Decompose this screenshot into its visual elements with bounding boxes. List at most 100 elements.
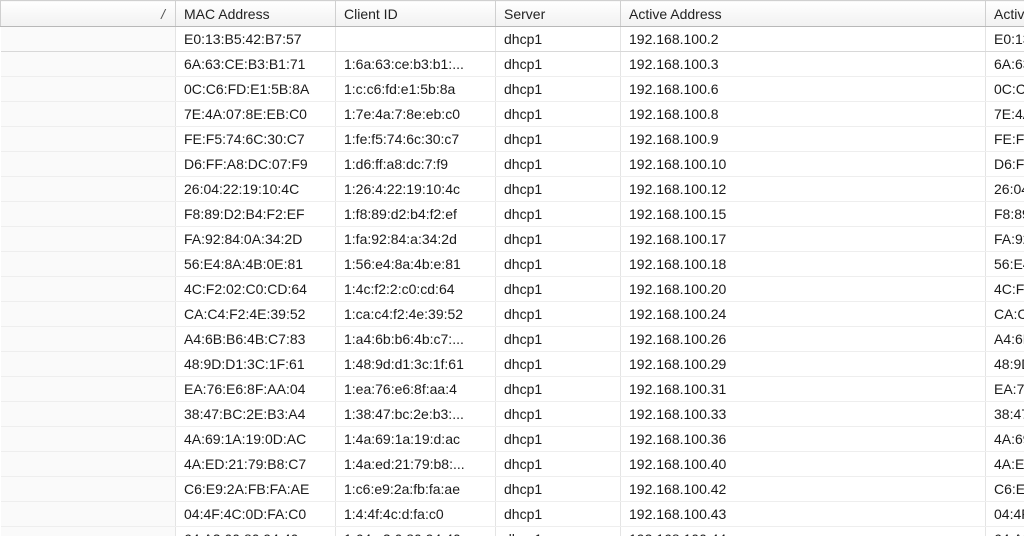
header-row: / MAC Address Client ID Server Active Ad…	[1, 1, 1024, 27]
table-row[interactable]: 38:47:BC:2E:B3:A41:38:47:bc:2e:b3:...dhc…	[1, 402, 1024, 427]
table-row[interactable]: 56:E4:8A:4B:0E:811:56:e4:8a:4b:e:81dhcp1…	[1, 252, 1024, 277]
col-mac-address[interactable]: MAC Address	[176, 1, 336, 27]
table-row[interactable]: E0:13:B5:42:B7:57dhcp1192.168.100.2E0:13	[1, 27, 1024, 52]
mac-cell: C6:E9:2A:FB:FA:AE	[176, 477, 336, 502]
active-address-cell: 192.168.100.44	[621, 527, 986, 536]
row-index-cell	[1, 327, 176, 352]
row-index-cell	[1, 252, 176, 277]
server-cell: dhcp1	[496, 527, 621, 536]
row-index-cell	[1, 77, 176, 102]
table-row[interactable]: 04:4F:4C:0D:FA:C01:4:4f:4c:d:fa:c0dhcp11…	[1, 502, 1024, 527]
table-row[interactable]: D6:FF:A8:DC:07:F91:d6:ff:a8:dc:7:f9dhcp1…	[1, 152, 1024, 177]
row-index-cell	[1, 152, 176, 177]
active-address-cell: 192.168.100.6	[621, 77, 986, 102]
mac-cell: E0:13:B5:42:B7:57	[176, 27, 336, 52]
mac-cell: FE:F5:74:6C:30:C7	[176, 127, 336, 152]
server-cell: dhcp1	[496, 152, 621, 177]
dhcp-leases-grid[interactable]: / MAC Address Client ID Server Active Ad…	[0, 0, 1024, 536]
mac-cell: 26:04:22:19:10:4C	[176, 177, 336, 202]
client-id-cell: 1:7e:4a:7:8e:eb:c0	[336, 102, 496, 127]
server-cell: dhcp1	[496, 477, 621, 502]
table-row[interactable]: 64:A2:00:80:94:401:64:a2:0:80:94:40dhcp1…	[1, 527, 1024, 536]
table-row[interactable]: 4A:ED:21:79:B8:C71:4a:ed:21:79:b8:...dhc…	[1, 452, 1024, 477]
active-address-cell: 192.168.100.20	[621, 277, 986, 302]
active-address-cell: 192.168.100.43	[621, 502, 986, 527]
mac-cell: A4:6B:B6:4B:C7:83	[176, 327, 336, 352]
active-mac-cell: CA:C4	[986, 302, 1024, 327]
col-active-address[interactable]: Active Address	[621, 1, 986, 27]
active-address-cell: 192.168.100.31	[621, 377, 986, 402]
mac-cell: D6:FF:A8:DC:07:F9	[176, 152, 336, 177]
table-row[interactable]: A4:6B:B6:4B:C7:831:a4:6b:b6:4b:c7:...dhc…	[1, 327, 1024, 352]
mac-cell: 48:9D:D1:3C:1F:61	[176, 352, 336, 377]
server-cell: dhcp1	[496, 227, 621, 252]
row-index-cell	[1, 277, 176, 302]
active-mac-cell: 4A:ED	[986, 452, 1024, 477]
active-address-cell: 192.168.100.18	[621, 252, 986, 277]
table-row[interactable]: CA:C4:F2:4E:39:521:ca:c4:f2:4e:39:52dhcp…	[1, 302, 1024, 327]
server-cell: dhcp1	[496, 177, 621, 202]
active-mac-cell: 26:04	[986, 177, 1024, 202]
active-address-cell: 192.168.100.29	[621, 352, 986, 377]
mac-cell: 0C:C6:FD:E1:5B:8A	[176, 77, 336, 102]
client-id-cell: 1:64:a2:0:80:94:40	[336, 527, 496, 536]
mac-cell: 4A:69:1A:19:0D:AC	[176, 427, 336, 452]
server-cell: dhcp1	[496, 452, 621, 477]
col-client-id[interactable]: Client ID	[336, 1, 496, 27]
server-cell: dhcp1	[496, 302, 621, 327]
server-cell: dhcp1	[496, 502, 621, 527]
active-address-cell: 192.168.100.3	[621, 52, 986, 77]
table-row[interactable]: 7E:4A:07:8E:EB:C01:7e:4a:7:8e:eb:c0dhcp1…	[1, 102, 1024, 127]
active-address-cell: 192.168.100.33	[621, 402, 986, 427]
client-id-cell: 1:26:4:22:19:10:4c	[336, 177, 496, 202]
active-address-cell: 192.168.100.40	[621, 452, 986, 477]
table-row[interactable]: EA:76:E6:8F:AA:041:ea:76:e6:8f:aa:4dhcp1…	[1, 377, 1024, 402]
client-id-cell: 1:c:c6:fd:e1:5b:8a	[336, 77, 496, 102]
client-id-cell: 1:c6:e9:2a:fb:fa:ae	[336, 477, 496, 502]
table-row[interactable]: FE:F5:74:6C:30:C71:fe:f5:74:6c:30:c7dhcp…	[1, 127, 1024, 152]
row-index-cell	[1, 427, 176, 452]
client-id-cell: 1:4c:f2:2:c0:cd:64	[336, 277, 496, 302]
row-index-cell	[1, 527, 176, 536]
server-cell: dhcp1	[496, 402, 621, 427]
mac-cell: FA:92:84:0A:34:2D	[176, 227, 336, 252]
client-id-cell: 1:d6:ff:a8:dc:7:f9	[336, 152, 496, 177]
col-server[interactable]: Server	[496, 1, 621, 27]
active-address-cell: 192.168.100.12	[621, 177, 986, 202]
active-address-cell: 192.168.100.42	[621, 477, 986, 502]
client-id-cell: 1:f8:89:d2:b4:f2:ef	[336, 202, 496, 227]
row-index-cell	[1, 202, 176, 227]
active-address-cell: 192.168.100.15	[621, 202, 986, 227]
mac-cell: 56:E4:8A:4B:0E:81	[176, 252, 336, 277]
row-index-cell	[1, 102, 176, 127]
active-mac-cell: 4C:F2	[986, 277, 1024, 302]
table-row[interactable]: 4C:F2:02:C0:CD:641:4c:f2:2:c0:cd:64dhcp1…	[1, 277, 1024, 302]
active-mac-cell: F8:89	[986, 202, 1024, 227]
table-row[interactable]: 26:04:22:19:10:4C1:26:4:22:19:10:4cdhcp1…	[1, 177, 1024, 202]
table-row[interactable]: F8:89:D2:B4:F2:EF1:f8:89:d2:b4:f2:efdhcp…	[1, 202, 1024, 227]
client-id-cell: 1:fa:92:84:a:34:2d	[336, 227, 496, 252]
col-active-mac[interactable]: Active	[986, 1, 1024, 27]
active-mac-cell: 56:E4	[986, 252, 1024, 277]
server-cell: dhcp1	[496, 252, 621, 277]
col-index[interactable]: /	[1, 1, 176, 27]
server-cell: dhcp1	[496, 202, 621, 227]
server-cell: dhcp1	[496, 77, 621, 102]
row-index-cell	[1, 302, 176, 327]
table-row[interactable]: 6A:63:CE:B3:B1:711:6a:63:ce:b3:b1:...dhc…	[1, 52, 1024, 77]
client-id-cell: 1:ca:c4:f2:4e:39:52	[336, 302, 496, 327]
table-row[interactable]: FA:92:84:0A:34:2D1:fa:92:84:a:34:2ddhcp1…	[1, 227, 1024, 252]
server-cell: dhcp1	[496, 377, 621, 402]
table-row[interactable]: 48:9D:D1:3C:1F:611:48:9d:d1:3c:1f:61dhcp…	[1, 352, 1024, 377]
row-index-cell	[1, 377, 176, 402]
server-cell: dhcp1	[496, 52, 621, 77]
active-mac-cell: 0C:C6	[986, 77, 1024, 102]
table-row[interactable]: C6:E9:2A:FB:FA:AE1:c6:e9:2a:fb:fa:aedhcp…	[1, 477, 1024, 502]
table-row[interactable]: 4A:69:1A:19:0D:AC1:4a:69:1a:19:d:acdhcp1…	[1, 427, 1024, 452]
table-row[interactable]: 0C:C6:FD:E1:5B:8A1:c:c6:fd:e1:5b:8adhcp1…	[1, 77, 1024, 102]
active-address-cell: 192.168.100.17	[621, 227, 986, 252]
mac-cell: 04:4F:4C:0D:FA:C0	[176, 502, 336, 527]
active-address-cell: 192.168.100.24	[621, 302, 986, 327]
active-address-cell: 192.168.100.10	[621, 152, 986, 177]
client-id-cell: 1:4:4f:4c:d:fa:c0	[336, 502, 496, 527]
